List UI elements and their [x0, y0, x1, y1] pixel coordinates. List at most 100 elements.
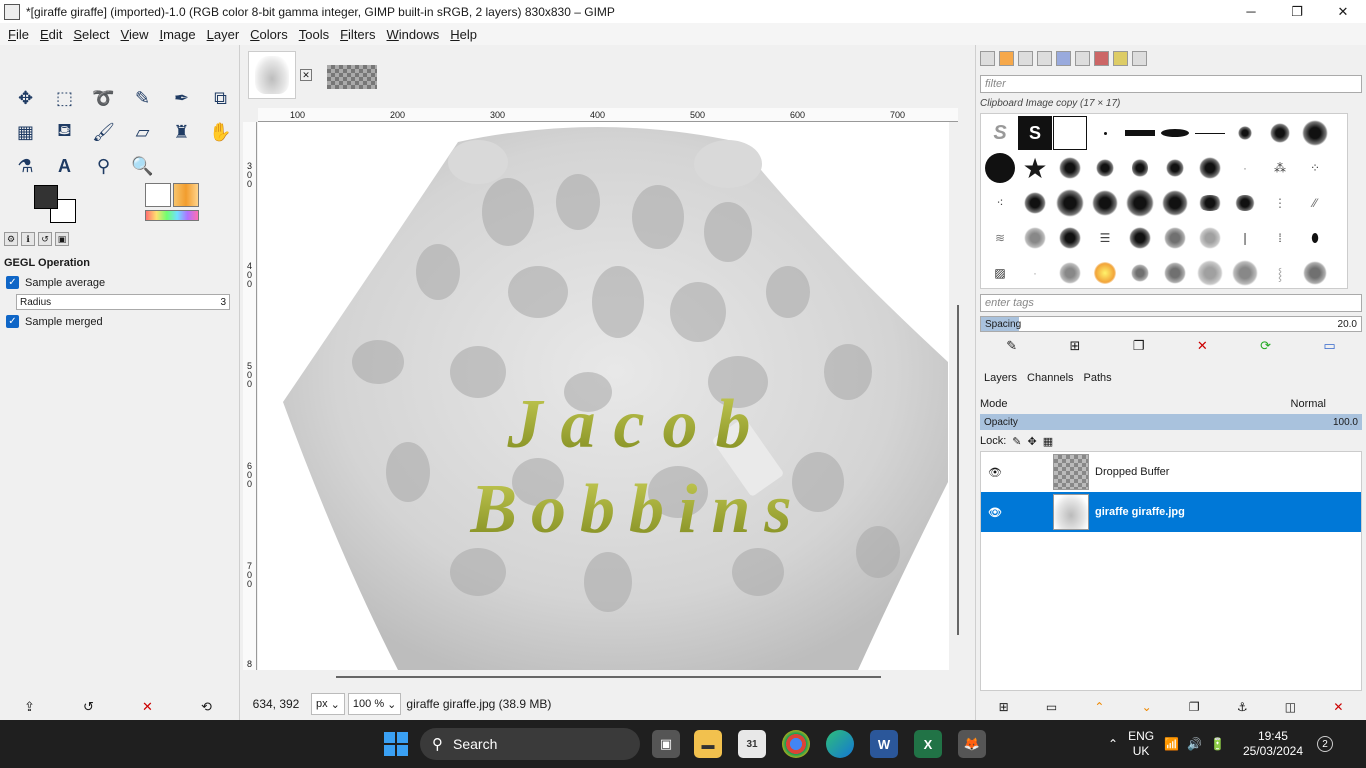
- brush-item[interactable]: [1053, 221, 1087, 255]
- new-brush-icon[interactable]: ⊞: [1069, 338, 1080, 354]
- menu-windows[interactable]: Windows: [383, 27, 444, 42]
- calendar-app-icon[interactable]: 31: [738, 730, 766, 758]
- fonts-tab-icon[interactable]: [1018, 51, 1033, 66]
- paintbrush-tool-icon[interactable]: 🖌: [84, 115, 123, 149]
- menu-layer[interactable]: Layer: [203, 27, 244, 42]
- delete-layer-icon[interactable]: ✕: [1333, 700, 1343, 714]
- brush-item[interactable]: ≋: [983, 221, 1017, 255]
- notification-badge[interactable]: 2: [1317, 736, 1333, 752]
- lower-layer-icon[interactable]: ⌄: [1142, 700, 1152, 714]
- brush-item[interactable]: [1193, 256, 1227, 290]
- zoom-tool-icon[interactable]: 🔍: [123, 149, 162, 183]
- brush-item[interactable]: [1263, 116, 1297, 150]
- refresh-brushes-icon[interactable]: ⟳: [1260, 338, 1271, 354]
- brush-item[interactable]: [1158, 221, 1192, 255]
- lasso-tool-icon[interactable]: ➰: [84, 81, 123, 115]
- tab-channels[interactable]: Channels: [1025, 370, 1075, 386]
- volume-icon[interactable]: 🔊: [1187, 737, 1202, 751]
- brush-item[interactable]: [1228, 186, 1262, 220]
- tool-presets-tab-icon[interactable]: [1113, 51, 1128, 66]
- brush-item[interactable]: [1053, 116, 1087, 150]
- image-canvas[interactable]: Jacob Bobbins: [258, 122, 949, 670]
- menu-select[interactable]: Select: [69, 27, 113, 42]
- text-tool-icon[interactable]: A: [45, 149, 84, 183]
- gimp-taskbar-icon[interactable]: 🦊: [958, 730, 986, 758]
- brush-item[interactable]: [1228, 256, 1262, 290]
- pattern-swatch[interactable]: [173, 183, 199, 207]
- eye-icon[interactable]: 👁: [981, 506, 1009, 519]
- brush-item[interactable]: ⸾: [1263, 256, 1297, 290]
- opacity-slider[interactable]: Opacity 100.0: [980, 414, 1362, 430]
- task-view-icon[interactable]: ▣: [652, 730, 680, 758]
- brush-item[interactable]: ⋮: [1263, 186, 1297, 220]
- edge-icon[interactable]: [826, 730, 854, 758]
- tab-layers[interactable]: Layers: [982, 370, 1019, 386]
- palettes-tab-icon[interactable]: [1075, 51, 1090, 66]
- close-tab-icon[interactable]: ✕: [300, 69, 312, 81]
- document-history-tab-icon[interactable]: [1037, 51, 1052, 66]
- brush-item[interactable]: ⁘: [1298, 151, 1332, 185]
- mode-select[interactable]: Normal: [1291, 398, 1326, 410]
- wifi-icon[interactable]: 📶: [1164, 737, 1179, 751]
- brush-item[interactable]: [1228, 116, 1262, 150]
- brush-item[interactable]: [1123, 151, 1157, 185]
- brush-spacing-slider[interactable]: Spacing 20.0: [980, 316, 1362, 332]
- eye-icon[interactable]: 👁: [981, 466, 1009, 479]
- menu-image[interactable]: Image: [155, 27, 199, 42]
- brush-item[interactable]: [1193, 151, 1227, 185]
- show-hidden-icons-icon[interactable]: ⌃: [1108, 737, 1118, 751]
- transform-tool-icon[interactable]: ⧉: [201, 81, 240, 115]
- brush-item[interactable]: [1158, 256, 1192, 290]
- clone-tool-icon[interactable]: ♜: [162, 115, 201, 149]
- brush-item[interactable]: [1053, 256, 1087, 290]
- brush-item[interactable]: ▨: [983, 256, 1017, 290]
- menu-edit[interactable]: Edit: [36, 27, 66, 42]
- check-icon[interactable]: ✓: [6, 315, 19, 328]
- language-indicator[interactable]: ENG UK: [1128, 729, 1154, 759]
- brush-item[interactable]: [1123, 221, 1157, 255]
- brush-item[interactable]: ⁞: [1263, 221, 1297, 255]
- rect-select-tool-icon[interactable]: ⬚: [45, 81, 84, 115]
- vertical-scrollbar[interactable]: [957, 305, 959, 635]
- minimize-button[interactable]: ─: [1228, 0, 1274, 23]
- start-button[interactable]: [384, 732, 408, 756]
- paint-dynamics-tab-icon[interactable]: [1132, 51, 1147, 66]
- brush-item[interactable]: [1123, 256, 1157, 290]
- brush-item[interactable]: [1018, 221, 1052, 255]
- menu-filters[interactable]: Filters: [336, 27, 379, 42]
- brush-item[interactable]: ★: [1018, 151, 1052, 185]
- raise-layer-icon[interactable]: ⌃: [1094, 700, 1104, 714]
- brush-item[interactable]: [1088, 256, 1122, 290]
- delete-brush-icon[interactable]: ✕: [1197, 338, 1208, 354]
- mask-layer-icon[interactable]: ◫: [1285, 700, 1296, 714]
- brush-item[interactable]: [1088, 116, 1122, 150]
- brushes-grid[interactable]: S S ★ · ⁂ ⁘ ⁖ ⋮ ⁄⁄ ≋ ☰ ❘ ⁞ ⬮ ▨ · ⸾: [980, 113, 1348, 289]
- foreground-color-swatch[interactable]: [34, 185, 58, 209]
- duplicate-brush-icon[interactable]: ❐: [1133, 338, 1145, 354]
- brush-item[interactable]: S: [983, 116, 1017, 150]
- new-layer-icon[interactable]: ⊞: [999, 700, 1009, 714]
- sample-average-row[interactable]: ✓ Sample average: [0, 273, 236, 292]
- layer-row[interactable]: 👁 Dropped Buffer: [981, 452, 1361, 492]
- brush-item[interactable]: [1193, 186, 1227, 220]
- brush-item[interactable]: [1193, 221, 1227, 255]
- horizontal-scrollbar[interactable]: [336, 676, 881, 678]
- brush-item[interactable]: [1158, 116, 1192, 150]
- brush-item[interactable]: ·: [1228, 151, 1262, 185]
- colors-tab-icon[interactable]: [1094, 51, 1109, 66]
- gradient-swatch[interactable]: [145, 210, 199, 221]
- edit-brush-icon[interactable]: ✎: [1006, 338, 1017, 354]
- new-group-icon[interactable]: ▭: [1046, 700, 1057, 714]
- word-icon[interactable]: W: [870, 730, 898, 758]
- close-button[interactable]: ✕: [1320, 0, 1366, 23]
- gegl-tool-icon[interactable]: ⚗: [6, 149, 45, 183]
- brush-item[interactable]: [1158, 186, 1192, 220]
- clock[interactable]: 19:45 25/03/2024: [1243, 729, 1303, 759]
- menu-help[interactable]: Help: [446, 27, 481, 42]
- brush-item[interactable]: [1053, 151, 1087, 185]
- brush-item[interactable]: ⁖: [983, 186, 1017, 220]
- brush-item[interactable]: ·: [1018, 256, 1052, 290]
- open-brush-folder-icon[interactable]: ▭: [1323, 338, 1335, 354]
- brush-item[interactable]: [983, 151, 1017, 185]
- lock-alpha-icon[interactable]: ▦: [1043, 435, 1053, 448]
